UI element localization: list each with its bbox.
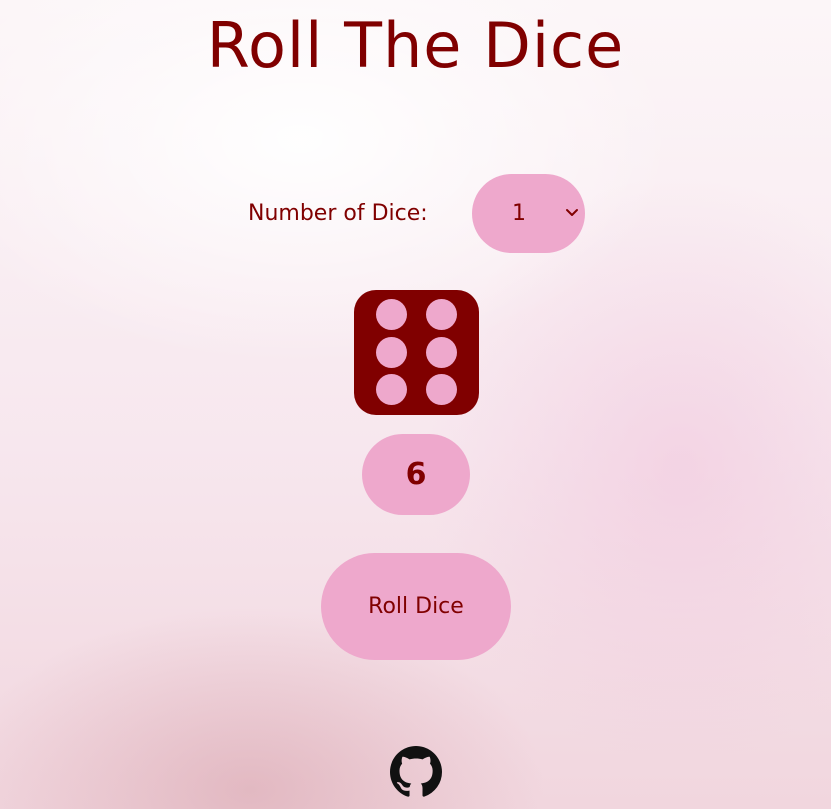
die-face xyxy=(354,290,479,415)
github-link[interactable] xyxy=(390,746,442,798)
die-pip xyxy=(376,374,407,405)
chevron-down-icon xyxy=(566,209,578,216)
dice-count-label: Number of Dice: xyxy=(248,201,428,226)
dice-count-select[interactable]: 1 xyxy=(472,174,585,253)
roll-dice-button[interactable]: Roll Dice xyxy=(321,553,511,660)
result-total: 6 xyxy=(362,434,470,515)
die-pip xyxy=(426,337,457,368)
die-pip xyxy=(426,299,457,330)
die-pip xyxy=(376,337,407,368)
page-title: Roll The Dice xyxy=(206,9,625,82)
die-pip xyxy=(376,299,407,330)
github-icon xyxy=(390,746,442,797)
dice-count-row: Number of Dice: 1 xyxy=(0,174,831,253)
dice-count-value: 1 xyxy=(512,201,526,226)
die-pip xyxy=(426,374,457,405)
